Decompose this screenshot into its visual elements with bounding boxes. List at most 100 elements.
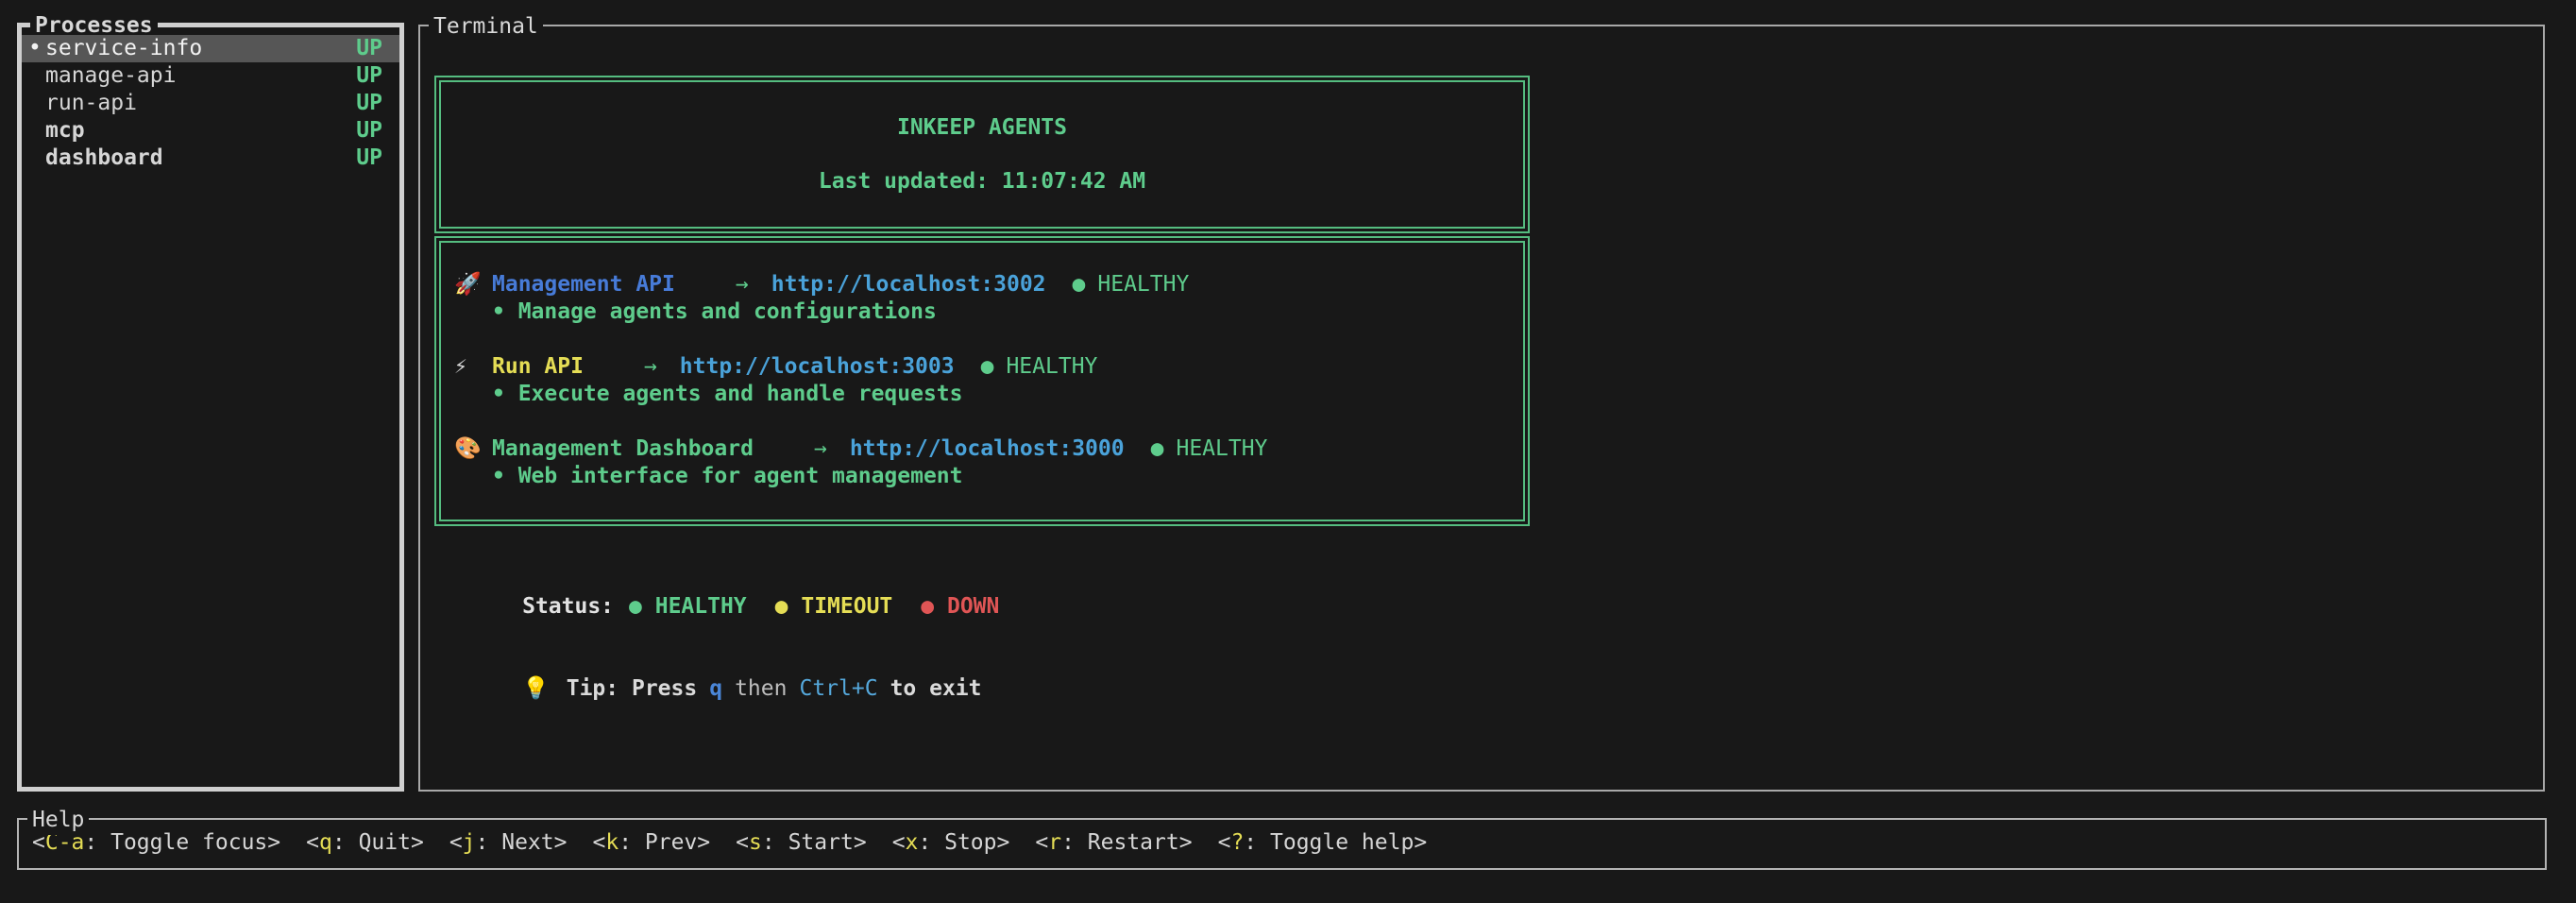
separator: : <box>476 820 502 866</box>
bracket: < <box>306 820 319 866</box>
shortcut-start: <s: Start> <box>736 820 867 866</box>
service-health-status: HEALTHY <box>1097 271 1189 298</box>
arrow-right-icon: → <box>736 271 749 298</box>
bracket: < <box>736 820 749 866</box>
shortcut-key: j <box>463 820 476 866</box>
process-row-run-api[interactable]: run-api UP <box>22 90 399 117</box>
separator: : <box>619 820 645 866</box>
shortcut-key: x <box>906 820 919 866</box>
bracket: > <box>697 820 710 866</box>
bracket: > <box>554 820 568 866</box>
process-row-manage-api[interactable]: manage-api UP <box>22 62 399 90</box>
service-name: Run API <box>492 353 584 381</box>
bracket: < <box>449 820 463 866</box>
separator: : <box>1061 820 1088 866</box>
service-url: http://localhost:3003 <box>680 353 955 381</box>
banner-box: INKEEP AGENTS Last updated: 11:07:42 AM <box>434 76 1530 233</box>
bracket: > <box>411 820 424 866</box>
shortcut-restart: <r: Restart> <box>1035 820 1192 866</box>
separator: : <box>1244 820 1270 866</box>
service-name: Management Dashboard <box>492 435 754 463</box>
service-name: Management API <box>492 271 675 298</box>
shortcut-quit: <q: Quit> <box>306 820 424 866</box>
bracket: < <box>1035 820 1048 866</box>
shortcut-toggle-help: <?: Toggle help> <box>1218 820 1428 866</box>
separator: : <box>918 820 944 866</box>
bracket: > <box>1179 820 1193 866</box>
lightbulb-icon: 💡 <box>522 676 550 701</box>
status-legend: Status: ● HEALTHY ● TIMEOUT ● DOWN <box>444 566 2543 648</box>
terminal-panel: Terminal INKEEP AGENTS Last updated: 11:… <box>418 25 2545 792</box>
separator: : <box>762 820 788 866</box>
process-name: manage-api <box>45 62 176 90</box>
help-panel-title: Help <box>27 805 89 835</box>
shortcut-label: Prev <box>645 820 697 866</box>
tip-text: to exit <box>890 676 982 701</box>
service-url: http://localhost:3002 <box>771 271 1046 298</box>
arrow-right-icon: → <box>644 353 657 381</box>
services-box: 🚀 Management API → http://localhost:3002… <box>434 236 1530 526</box>
service-row-management-dashboard: 🎨 Management Dashboard → http://localhos… <box>454 435 1523 463</box>
process-row-dashboard[interactable]: dashboard UP <box>22 145 399 172</box>
shortcut-label: Stop <box>944 820 996 866</box>
shortcut-label: Next <box>501 820 553 866</box>
shortcut-key: r <box>1048 820 1061 866</box>
shortcut-label: Quit <box>359 820 411 866</box>
process-row-service-info[interactable]: • service-info UP <box>22 35 399 62</box>
process-name: run-api <box>45 90 137 117</box>
palette-icon: 🎨 <box>454 435 492 463</box>
shortcut-prev: <k: Prev> <box>592 820 710 866</box>
status-legend-label: Status: <box>522 594 614 619</box>
service-row-management-api: 🚀 Management API → http://localhost:3002… <box>454 271 1523 298</box>
legend-down: ● DOWN <box>921 594 999 619</box>
process-status-badge: UP <box>356 145 382 172</box>
tip-line: 💡Tip: PressqthenCtrl+Cto exit <box>444 648 2543 730</box>
service-url: http://localhost:3000 <box>850 435 1125 463</box>
bracket: > <box>267 820 280 866</box>
shortcut-key: k <box>605 820 619 866</box>
service-description: • Web interface for agent management <box>492 463 1523 490</box>
process-status-badge: UP <box>356 62 382 90</box>
tip-text: then <box>735 676 787 701</box>
lightning-icon: ⚡ <box>454 353 492 381</box>
healthy-dot-icon: ● <box>1151 435 1164 463</box>
process-name: mcp <box>45 117 85 145</box>
processes-panel: Processes • service-info UP manage-api U… <box>17 23 404 792</box>
bracket: < <box>892 820 906 866</box>
shortcut-label: Start <box>788 820 854 866</box>
service-description: • Execute agents and handle requests <box>492 381 1523 408</box>
process-status-badge: UP <box>356 35 382 62</box>
shortcut-key: s <box>749 820 762 866</box>
banner-last-updated: Last updated: 11:07:42 AM <box>441 168 1523 196</box>
bracket: > <box>997 820 1010 866</box>
mprocs-terminal-app: Processes • service-info UP manage-api U… <box>0 0 2576 903</box>
bracket: > <box>1414 820 1427 866</box>
banner-title: INKEEP AGENTS <box>441 114 1523 142</box>
bracket: < <box>592 820 605 866</box>
process-list: • service-info UP manage-api UP run-api … <box>22 27 399 172</box>
shortcut-next: <j: Next> <box>449 820 568 866</box>
healthy-dot-icon: ● <box>1073 271 1086 298</box>
shortcut-label: Toggle help <box>1270 820 1414 866</box>
legend-timeout: ● TIMEOUT <box>775 594 893 619</box>
terminal-panel-title: Terminal <box>429 11 543 42</box>
legend-healthy: ● HEALTHY <box>629 594 747 619</box>
rocket-icon: 🚀 <box>454 271 492 298</box>
arrow-right-icon: → <box>814 435 827 463</box>
help-shortcuts: <C-a: Toggle focus> <q: Quit> <j: Next> … <box>19 820 2545 866</box>
bracket: > <box>854 820 867 866</box>
service-row-run-api: ⚡ Run API → http://localhost:3003 ● HEAL… <box>454 353 1523 381</box>
service-health-status: HEALTHY <box>1006 353 1097 381</box>
process-name: service-info <box>45 35 202 62</box>
selected-bullet-icon: • <box>28 35 42 62</box>
process-status-badge: UP <box>356 117 382 145</box>
process-row-mcp[interactable]: mcp UP <box>22 117 399 145</box>
separator: : <box>332 820 359 866</box>
tip-key-q: q <box>709 676 722 701</box>
shortcut-label: Restart <box>1088 820 1179 866</box>
shortcut-stop: <x: Stop> <box>892 820 1010 866</box>
help-panel: Help <C-a: Toggle focus> <q: Quit> <j: N… <box>17 818 2547 870</box>
bracket: < <box>1218 820 1231 866</box>
shortcut-label: Toggle focus <box>110 820 267 866</box>
service-description: • Manage agents and configurations <box>492 298 1523 326</box>
